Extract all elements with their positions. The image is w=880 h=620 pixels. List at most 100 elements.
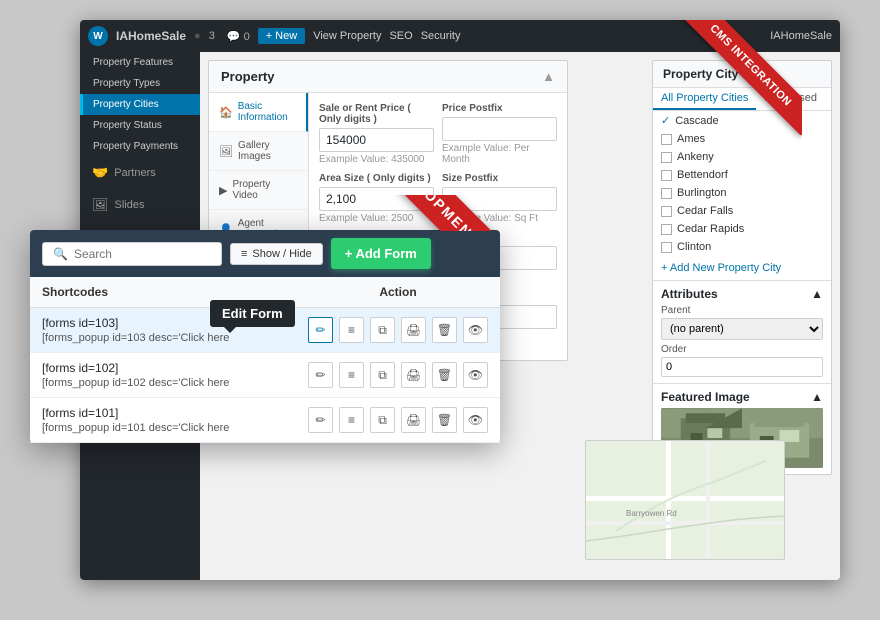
sale-rent-example: Example Value: 435000 [319, 154, 434, 165]
featured-image-title: Featured Image ▲ [661, 390, 823, 404]
property-map: Barryowen Rd [585, 440, 785, 560]
clinton-checkbox[interactable] [661, 242, 672, 253]
search-input[interactable] [74, 247, 194, 261]
print-button-101[interactable]: 🖨 [401, 407, 426, 433]
action-icons-101: ✏ ≡ ⧉ 🖨 🗑 👁 [308, 407, 488, 433]
city-cedar-falls: Cedar Falls [653, 202, 831, 220]
parent-select[interactable]: (no parent) [661, 318, 823, 340]
video-icon: ▶ [219, 184, 227, 197]
area-size-input[interactable] [319, 187, 434, 211]
security-link[interactable]: Security [421, 30, 461, 42]
city-cedar-rapids: Cedar Rapids [653, 220, 831, 238]
city-burlington: Burlington [653, 184, 831, 202]
sidebar-item-property-cities[interactable]: Property Cities [80, 94, 200, 115]
list-icon: ≡ [241, 248, 247, 260]
sale-rent-field: Sale or Rent Price ( Only digits ) Examp… [319, 103, 434, 173]
table-row: [forms id=103] [forms_popup id=103 desc=… [30, 308, 500, 353]
shortcode-popup-101: [forms_popup id=101 desc='Click here [42, 422, 308, 434]
attributes-title: Attributes ▲ [661, 287, 823, 301]
edit-button-103[interactable]: ✏ [308, 317, 333, 343]
search-icon: 🔍 [53, 247, 68, 261]
new-button[interactable]: + New [258, 28, 306, 44]
cedar-falls-checkbox[interactable] [661, 206, 672, 217]
add-form-button[interactable]: + Add Form [331, 238, 431, 269]
site-name: IAHomeSale [116, 29, 186, 43]
delete-button-103[interactable]: 🗑 [432, 317, 457, 343]
list-button-102[interactable]: ≡ [339, 362, 364, 388]
show-hide-button[interactable]: ≡ Show / Hide [230, 243, 323, 265]
area-size-label: Area Size ( Only digits ) [319, 173, 434, 184]
area-size-example: Example Value: 2500 [319, 213, 434, 224]
comment-count: 💬 0 [227, 30, 250, 43]
sidebar-item-property-status[interactable]: Property Status [80, 115, 200, 136]
property-panel-title: Property [221, 69, 274, 84]
shortcode-code-102: [forms id=102] [42, 361, 308, 375]
shortcodes-panel: 🔍 ≡ Show / Hide + Add Form Shortcodes Ac… [30, 230, 500, 443]
cms-integration-badge: CMS INTEGRATION [673, 20, 802, 136]
price-postfix-example: Example Value: Per Month [442, 143, 557, 165]
size-postfix-label: Size Postfix [442, 173, 557, 184]
table-row: [forms id=101] [forms_popup id=101 desc=… [30, 398, 500, 443]
print-button-102[interactable]: 🖨 [401, 362, 426, 388]
sidebar-item-property-payments[interactable]: Property Payments [80, 136, 200, 157]
bettendorf-checkbox[interactable] [661, 170, 672, 181]
sale-rent-input[interactable] [319, 128, 434, 152]
shortcode-text-101: [forms id=101] [forms_popup id=101 desc=… [42, 406, 308, 434]
sidebar-item-property-types[interactable]: Property Types [80, 73, 200, 94]
tab-video[interactable]: ▶ Property Video [209, 171, 308, 210]
edit-button-101[interactable]: ✏ [308, 407, 333, 433]
print-button-103[interactable]: 🖨 [401, 317, 426, 343]
price-postfix-input[interactable] [442, 117, 557, 141]
view-button-101[interactable]: 👁 [463, 407, 488, 433]
slides-label: Slides [115, 199, 145, 211]
price-row: Sale or Rent Price ( Only digits ) Examp… [319, 103, 557, 173]
sidebar-item-property-features[interactable]: Property Features [80, 52, 200, 73]
list-button-103[interactable]: ≡ [339, 317, 364, 343]
gallery-icon: 🖼 [219, 145, 233, 158]
attributes-toggle[interactable]: ▲ [811, 287, 823, 301]
tab-basic-info[interactable]: 🏠 Basic Information [209, 93, 308, 132]
copy-button-101[interactable]: ⧉ [370, 407, 395, 433]
svg-text:Barryowen Rd: Barryowen Rd [626, 509, 677, 518]
copy-button-103[interactable]: ⧉ [370, 317, 395, 343]
delete-button-101[interactable]: 🗑 [432, 407, 457, 433]
col-shortcodes-header: Shortcodes [42, 285, 308, 299]
order-input[interactable] [661, 357, 823, 377]
price-postfix-field: Price Postfix Example Value: Per Month [442, 103, 557, 173]
add-city-link[interactable]: + Add New Property City [653, 256, 831, 280]
parent-label: Parent [661, 305, 823, 316]
burlington-checkbox[interactable] [661, 188, 672, 199]
area-row: Area Size ( Only digits ) Example Value:… [319, 173, 557, 232]
view-button-103[interactable]: 👁 [463, 317, 488, 343]
notification-count: 3 [209, 30, 215, 42]
shortcode-text-102: [forms id=102] [forms_popup id=102 desc=… [42, 361, 308, 389]
size-postfix-input[interactable] [442, 187, 557, 211]
shortcode-code-101: [forms id=101] [42, 406, 308, 420]
size-postfix-field: Size Postfix Example Value: Sq Ft [442, 173, 557, 232]
view-property-link[interactable]: View Property [313, 30, 381, 42]
partners-icon: 🤝 [92, 165, 108, 181]
wp-logo: W [88, 26, 108, 46]
search-box: 🔍 [42, 242, 222, 266]
cedar-rapids-checkbox[interactable] [661, 224, 672, 235]
seo-link[interactable]: SEO [389, 30, 412, 42]
city-clinton: Clinton [653, 238, 831, 256]
delete-button-102[interactable]: 🗑 [432, 362, 457, 388]
cms-badge-container: CMS INTEGRATION [662, 20, 802, 160]
tab-gallery[interactable]: 🖼 Gallery Images [209, 132, 308, 171]
property-panel-header: Property ▲ [209, 61, 567, 93]
view-button-102[interactable]: 👁 [463, 362, 488, 388]
sidebar-section-slides[interactable]: 🖼 Slides [80, 189, 200, 221]
admin-bar-items: 3 💬 0 [209, 30, 250, 43]
featured-image-toggle[interactable]: ▲ [811, 390, 823, 404]
copy-button-102[interactable]: ⧉ [370, 362, 395, 388]
col-action-header: Action [308, 285, 488, 299]
edit-button-102[interactable]: ✏ [308, 362, 333, 388]
list-button-101[interactable]: ≡ [339, 407, 364, 433]
size-postfix-example: Example Value: Sq Ft [442, 213, 557, 224]
partners-label: Partners [114, 167, 156, 179]
table-row: [forms id=102] [forms_popup id=102 desc=… [30, 353, 500, 398]
panel-collapse-btn[interactable]: ▲ [542, 69, 555, 84]
slides-icon: 🖼 [92, 197, 109, 213]
sidebar-section-partners[interactable]: 🤝 Partners [80, 157, 200, 189]
